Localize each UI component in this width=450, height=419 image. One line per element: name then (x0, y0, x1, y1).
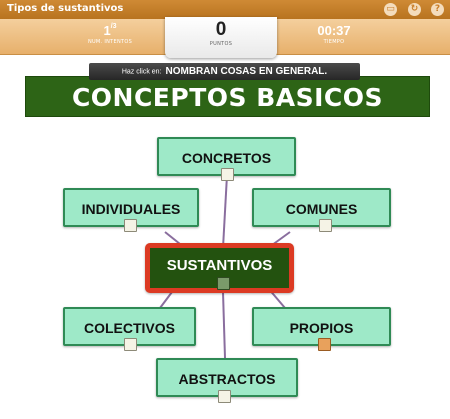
checkbox-propios[interactable] (318, 338, 331, 351)
node-label: COLECTIVOS (83, 320, 175, 336)
checkbox-individuales[interactable] (124, 219, 137, 232)
checkbox-abstractos[interactable] (218, 390, 231, 403)
line-abstractos (222, 291, 226, 359)
checkbox-colectivos[interactable] (124, 338, 137, 351)
checkbox-sustantivos[interactable] (217, 277, 230, 290)
checkbox-concretos[interactable] (221, 168, 234, 181)
node-label: INDIVIDUALES (81, 201, 181, 217)
node-label: SUSTANTIVOS (166, 257, 273, 274)
checkbox-comunes[interactable] (319, 219, 332, 232)
node-label: CONCRETOS (181, 150, 272, 166)
node-label: ABSTRACTOS (178, 371, 276, 387)
line-concretos (222, 174, 228, 249)
node-label: COMUNES (285, 201, 358, 217)
node-label: PROPIOS (289, 320, 354, 336)
